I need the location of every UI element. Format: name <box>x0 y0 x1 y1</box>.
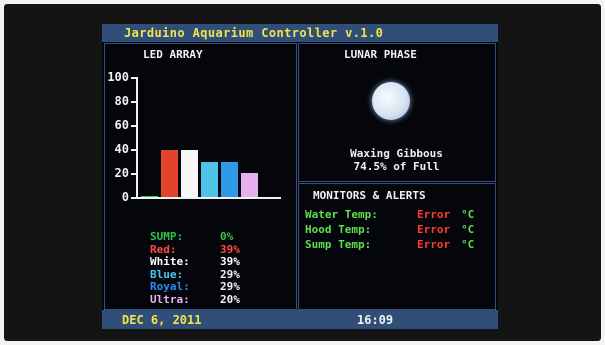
led-bar-white <box>181 150 198 197</box>
led-array-panel[interactable]: LED ARRAY 100 80 60 40 20 0 SUMP: 0% Red: 3… <box>104 43 297 310</box>
monitors-alerts-title: MONITORS & ALERTS <box>313 189 426 202</box>
monitor-row: Water Temp: Error °C <box>305 208 474 221</box>
channel-value: 39% <box>220 255 240 269</box>
x-axis <box>136 197 281 199</box>
channel-row: Ultra: 20% <box>150 293 240 306</box>
channel-value: 29% <box>220 267 240 281</box>
channel-label: SUMP: <box>150 230 184 243</box>
monitor-value: Error <box>417 223 451 236</box>
monitor-label: Water Temp: <box>305 208 378 221</box>
y-tick-label: 100 <box>107 70 129 84</box>
date-display: DEC 6, 2011 <box>122 313 202 327</box>
monitors-alerts-panel[interactable]: MONITORS & ALERTS Water Temp: Error °C Hood… <box>298 183 496 310</box>
lcd-screen: Jarduino Aquarium Controller v.1.0 LED A… <box>102 24 498 329</box>
led-array-title: LED ARRAY <box>143 48 203 61</box>
lunar-phase-panel: LUNAR PHASE Waxing Gibbous 74.5% of Full <box>298 43 496 182</box>
monitor-unit: °C <box>461 208 475 221</box>
title-bar: Jarduino Aquarium Controller v.1.0 <box>102 24 498 42</box>
monitor-label: Sump Temp: <box>305 238 372 251</box>
channel-row: Royal: 29% <box>150 280 240 293</box>
y-axis <box>136 77 138 199</box>
channel-value: 0% <box>220 230 234 243</box>
y-tick-label: 0 <box>121 190 129 204</box>
channel-row: Red: 39% <box>150 243 240 256</box>
moon-phase-name: Waxing Gibbous <box>350 147 443 160</box>
channel-value: 39% <box>220 242 240 256</box>
channel-label: White: <box>150 255 190 269</box>
channel-value: 20% <box>220 293 240 306</box>
led-bar-ultra <box>241 173 258 197</box>
time-display[interactable]: 16:09 <box>357 313 393 327</box>
moon-icon <box>372 82 410 120</box>
monitor-label: Hood Temp: <box>305 223 372 236</box>
y-tick-label: 80 <box>114 94 129 108</box>
monitor-unit: °C <box>461 223 475 236</box>
channel-label: Red: <box>150 242 177 256</box>
led-bar-blue <box>201 162 218 197</box>
app-title: Jarduino Aquarium Controller v.1.0 <box>124 26 384 40</box>
channel-label: Ultra: <box>150 293 190 306</box>
channel-value: 29% <box>220 280 240 294</box>
channel-row: Blue: 29% <box>150 268 240 281</box>
y-tick-label: 20 <box>114 166 129 180</box>
lunar-phase-title: LUNAR PHASE <box>344 48 417 61</box>
led-bar-sump <box>141 195 158 197</box>
monitor-value: Error <box>417 208 451 221</box>
moon-phase-percent: 74.5% of Full <box>353 160 440 173</box>
led-bar-red <box>161 150 178 197</box>
monitor-row: Hood Temp: Error °C <box>305 223 474 236</box>
monitor-unit: °C <box>461 238 475 251</box>
status-footer: DEC 6, 2011 16:09 <box>102 310 498 329</box>
channel-label: Royal: <box>150 280 190 294</box>
y-tick-label: 60 <box>114 118 129 132</box>
monitor-value: Error <box>417 238 451 251</box>
monitor-row: Sump Temp: Error °C <box>305 238 474 251</box>
channel-row: SUMP: 0% <box>150 230 233 243</box>
channel-label: Blue: <box>150 267 184 281</box>
y-tick-label: 40 <box>114 142 129 156</box>
channel-row: White: 39% <box>150 255 240 268</box>
led-bar-royal <box>221 162 238 197</box>
